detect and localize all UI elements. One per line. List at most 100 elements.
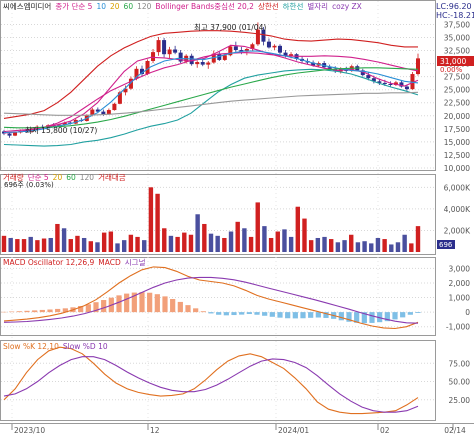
macd-oscillator-bar bbox=[392, 312, 398, 320]
volume-y-tick-label: 2,000K bbox=[444, 226, 471, 235]
macd-legend-item: MACD bbox=[98, 258, 121, 267]
last-price: 31,000 bbox=[440, 57, 466, 66]
volume-y-tick-label: 4,000K bbox=[444, 205, 471, 214]
volume-bar bbox=[155, 193, 160, 252]
stock-chart-window: 10,000 12,500 15,000 17,500 20,000 22,500 25,0… bbox=[0, 0, 474, 436]
macd-oscillator-bar bbox=[277, 312, 283, 318]
macd-oscillator-bar bbox=[300, 312, 306, 319]
macd-oscillator-bar bbox=[269, 312, 275, 317]
volume-bar bbox=[262, 226, 267, 252]
price-y-tick-label: 35,000 bbox=[444, 33, 470, 42]
candle-body bbox=[233, 46, 238, 51]
price-y-tick-label: 37,500 bbox=[444, 20, 470, 29]
volume-bar bbox=[182, 232, 187, 252]
macd-y-tick-label: -1,000 bbox=[446, 323, 470, 332]
annotation-high: 최고 37,900 (01/04) bbox=[194, 22, 266, 32]
volume-bar bbox=[208, 233, 214, 252]
macd-legend-item: MACD Oscillator 12,26,9 bbox=[3, 258, 94, 267]
candle-body bbox=[167, 49, 172, 55]
volume-bar bbox=[235, 221, 240, 252]
volume-bar bbox=[402, 234, 407, 252]
macd-oscillator-bar bbox=[47, 309, 53, 313]
slow-panel-frame bbox=[0, 340, 436, 421]
volume-bar bbox=[389, 244, 394, 252]
price-legend-item: 120 bbox=[137, 2, 152, 11]
price-y-tick-label: 22,500 bbox=[444, 99, 470, 108]
slow-legend-item: Slow %D 10 bbox=[63, 342, 108, 351]
volume-bar bbox=[248, 236, 254, 252]
macd-oscillator-bar bbox=[223, 312, 229, 316]
price-y-tick-label: 10,000 bbox=[444, 164, 470, 173]
price-legend-item: cozy ZX bbox=[332, 2, 362, 11]
volume-bar bbox=[322, 236, 327, 252]
volume-bar bbox=[115, 243, 120, 252]
volume-bar bbox=[362, 241, 367, 252]
candle-body bbox=[13, 132, 18, 136]
macd-oscillator-bar bbox=[262, 312, 268, 316]
volume-bar bbox=[268, 237, 274, 252]
volume-legend-item: 20 bbox=[53, 173, 63, 182]
macd-oscillator-bar bbox=[254, 312, 260, 315]
volume-legend-item: 거래대금 bbox=[98, 173, 126, 182]
volume-legend-item: 120 bbox=[80, 173, 95, 182]
volume-bar bbox=[1, 235, 7, 252]
volume-bar bbox=[108, 231, 114, 252]
candle-body bbox=[222, 55, 227, 60]
macd-oscillator-bar bbox=[292, 312, 298, 319]
slow-y-tick-label: 50.00 bbox=[449, 378, 471, 387]
volume-bar bbox=[349, 234, 354, 252]
price-legend-item: 60 bbox=[124, 2, 134, 11]
volume-bar bbox=[35, 240, 40, 252]
macd-panel-frame bbox=[0, 257, 436, 336]
volume-bar bbox=[395, 242, 401, 252]
price-legend-item: 20 bbox=[110, 2, 120, 11]
macd-y-tick-label: 1,000 bbox=[449, 294, 471, 303]
chart-canvas[interactable]: 10,000 12,500 15,000 17,500 20,000 22,500 25,0… bbox=[0, 0, 474, 436]
volume-y-tick-label: 6,000K bbox=[444, 183, 471, 192]
price-legend-item: Bollinger Bands중심선 20,2 bbox=[155, 1, 254, 11]
macd-oscillator-bar bbox=[55, 308, 61, 313]
candle-body bbox=[156, 40, 161, 53]
candle-body bbox=[404, 86, 409, 90]
macd-oscillator-bar bbox=[85, 304, 91, 313]
price-y-tick-label: 12,500 bbox=[444, 151, 470, 160]
macd-oscillator-bar bbox=[139, 292, 145, 313]
volume-bar bbox=[409, 243, 414, 252]
macd-y-tick-label: 2,000 bbox=[449, 279, 471, 288]
price-y-tick-label: 15,000 bbox=[444, 138, 470, 147]
candle-body bbox=[112, 103, 117, 111]
volume-bar bbox=[282, 229, 287, 252]
volume-bar bbox=[382, 239, 387, 252]
volume-bar bbox=[121, 240, 127, 252]
candle-body bbox=[101, 111, 106, 115]
price-legend-item: 상한선 bbox=[258, 1, 279, 11]
macd-y-tick-label: 3,000 bbox=[449, 264, 471, 273]
volume-bar bbox=[328, 239, 334, 252]
corner-label-lc: LC:96.20 bbox=[436, 2, 472, 11]
volume-bar bbox=[342, 240, 347, 252]
volume-bar bbox=[21, 239, 27, 252]
macd-legend-item: 시그널 bbox=[125, 258, 146, 267]
volume-bar bbox=[222, 237, 227, 252]
candle-body bbox=[366, 75, 371, 79]
candle-body bbox=[151, 52, 156, 61]
candle-body bbox=[195, 62, 200, 65]
volume-bar bbox=[255, 202, 260, 252]
candle-body bbox=[173, 49, 178, 53]
macd-oscillator-bar bbox=[16, 311, 22, 313]
axis-tick-labels: 10,000 12,500 15,000 17,500 20,000 22,500 25,0… bbox=[444, 20, 471, 404]
price-legend-item: 종가 단순 5 bbox=[55, 1, 92, 11]
x-axis-label: 2023/10 bbox=[14, 426, 45, 435]
candle-body bbox=[106, 110, 111, 115]
volume-bar bbox=[75, 235, 80, 252]
volume-legend-item: 60 bbox=[66, 173, 76, 182]
price-y-tick-label: 17,500 bbox=[444, 125, 470, 134]
volume-bar bbox=[128, 234, 134, 252]
volume-bar bbox=[88, 241, 94, 252]
slow-y-tick-label: 25.00 bbox=[449, 396, 471, 405]
volume-bar bbox=[68, 239, 73, 252]
x-axis-labels: 2023/10 12 2024/01 02 02/14 bbox=[11, 424, 466, 435]
volume-bar bbox=[8, 237, 13, 252]
volume-bar bbox=[148, 187, 154, 252]
volume-bar bbox=[375, 237, 381, 252]
